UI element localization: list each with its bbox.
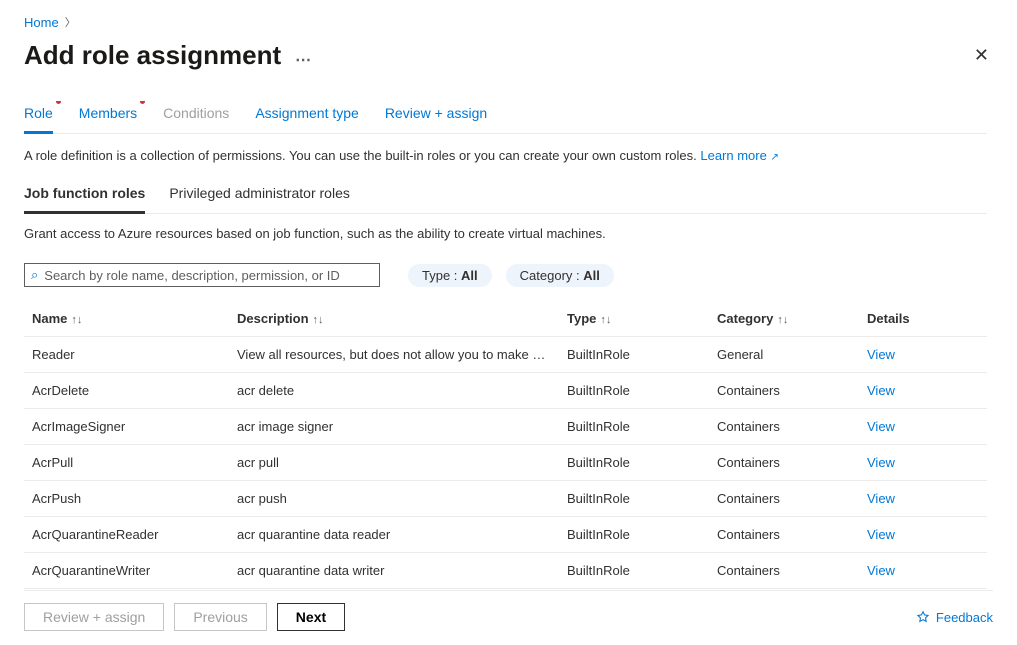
search-wrap: ⌕: [24, 263, 380, 287]
view-link[interactable]: View: [867, 383, 895, 398]
tab-review-assign[interactable]: Review + assign: [385, 101, 487, 133]
cell-name: AcrPull: [24, 445, 229, 481]
cell-description: acr push: [229, 481, 559, 517]
learn-more-link[interactable]: Learn more ↗: [700, 148, 779, 163]
cell-description: acr image signer: [229, 409, 559, 445]
cell-category: Containers: [709, 481, 859, 517]
intro-text: A role definition is a collection of per…: [24, 148, 987, 163]
cell-category: General: [709, 337, 859, 373]
next-button[interactable]: Next: [277, 603, 345, 631]
cell-name: AcrImageSigner: [24, 409, 229, 445]
sort-icon: ↑↓: [777, 314, 788, 326]
cell-name: AcrPush: [24, 481, 229, 517]
view-link[interactable]: View: [867, 419, 895, 434]
cell-type: BuiltInRole: [559, 373, 709, 409]
cell-type: BuiltInRole: [559, 337, 709, 373]
table-row[interactable]: AcrPushacr pushBuiltInRoleContainers View: [24, 481, 987, 517]
review-assign-button[interactable]: Review + assign: [24, 603, 164, 631]
col-type-header[interactable]: Type↑↓: [559, 305, 709, 337]
roles-table: Name↑↓ Description↑↓ Type↑↓ Category↑↓ D…: [24, 305, 987, 589]
sort-icon: ↑↓: [71, 314, 82, 326]
tab-role[interactable]: Role: [24, 101, 53, 134]
cell-description: acr pull: [229, 445, 559, 481]
cell-category: Containers: [709, 445, 859, 481]
col-name-header[interactable]: Name↑↓: [24, 305, 229, 337]
view-link[interactable]: View: [867, 563, 895, 578]
cell-type: BuiltInRole: [559, 481, 709, 517]
search-input[interactable]: [44, 268, 373, 283]
cell-category: Containers: [709, 517, 859, 553]
feedback-icon: [916, 610, 930, 624]
tab-members[interactable]: Members: [79, 101, 137, 133]
view-link[interactable]: View: [867, 455, 895, 470]
cell-name: Reader: [24, 337, 229, 373]
close-icon[interactable]: ✕: [970, 41, 993, 70]
cell-description: acr delete: [229, 373, 559, 409]
sort-icon: ↑↓: [600, 314, 611, 326]
view-link[interactable]: View: [867, 347, 895, 362]
col-description-header[interactable]: Description↑↓: [229, 305, 559, 337]
tab-conditions[interactable]: Conditions: [163, 101, 229, 133]
subtab-job-function[interactable]: Job function roles: [24, 181, 145, 214]
col-category-header[interactable]: Category↑↓: [709, 305, 859, 337]
cell-type: BuiltInRole: [559, 553, 709, 589]
breadcrumb: Home 〉: [24, 12, 993, 32]
table-row[interactable]: ReaderView all resources, but does not a…: [24, 337, 987, 373]
breadcrumb-home[interactable]: Home: [24, 15, 59, 30]
filter-type[interactable]: Type : All: [408, 264, 492, 287]
filter-category[interactable]: Category : All: [506, 264, 614, 287]
cell-name: AcrDelete: [24, 373, 229, 409]
table-row[interactable]: AcrImageSigneracr image signerBuiltInRol…: [24, 409, 987, 445]
subtabs: Job function roles Privileged administra…: [24, 181, 987, 214]
sort-icon: ↑↓: [313, 314, 324, 326]
more-actions-icon[interactable]: ⋯: [295, 50, 313, 70]
cell-type: BuiltInRole: [559, 445, 709, 481]
table-row[interactable]: AcrDeleteacr deleteBuiltInRoleContainers…: [24, 373, 987, 409]
col-details-header: Details: [859, 305, 987, 337]
cell-type: BuiltInRole: [559, 517, 709, 553]
table-row[interactable]: AcrQuarantineReaderacr quarantine data r…: [24, 517, 987, 553]
step-tabs: Role Members Conditions Assignment type …: [24, 101, 987, 134]
table-row[interactable]: AcrPullacr pullBuiltInRoleContainers View: [24, 445, 987, 481]
chevron-right-icon: 〉: [65, 14, 76, 30]
cell-name: AcrQuarantineReader: [24, 517, 229, 553]
view-link[interactable]: View: [867, 527, 895, 542]
tab-assignment-type[interactable]: Assignment type: [255, 101, 359, 133]
table-row[interactable]: AcrQuarantineWriteracr quarantine data w…: [24, 553, 987, 589]
cell-category: Containers: [709, 409, 859, 445]
cell-description: acr quarantine data reader: [229, 517, 559, 553]
page-title: Add role assignment ⋯: [24, 40, 313, 71]
external-link-icon: ↗: [770, 152, 778, 163]
feedback-link[interactable]: Feedback: [916, 610, 993, 625]
cell-name: AcrQuarantineWriter: [24, 553, 229, 589]
search-icon: ⌕: [31, 267, 38, 283]
view-link[interactable]: View: [867, 491, 895, 506]
cell-description: View all resources, but does not allow y…: [229, 337, 559, 373]
cell-type: BuiltInRole: [559, 409, 709, 445]
subtab-privileged-admin[interactable]: Privileged administrator roles: [169, 181, 350, 213]
cell-category: Containers: [709, 553, 859, 589]
subtab-description: Grant access to Azure resources based on…: [24, 226, 987, 241]
cell-category: Containers: [709, 373, 859, 409]
cell-description: acr quarantine data writer: [229, 553, 559, 589]
previous-button[interactable]: Previous: [174, 603, 266, 631]
